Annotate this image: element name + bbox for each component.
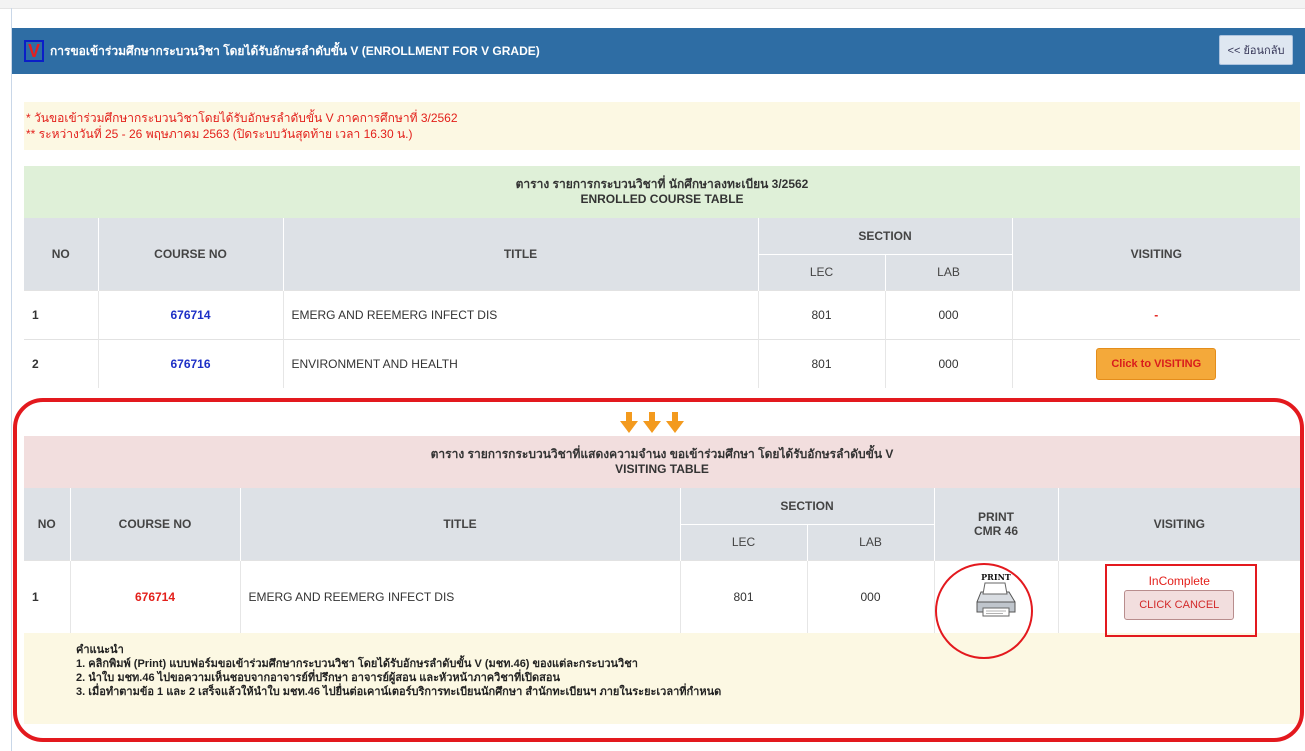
print-header-line1: PRINT xyxy=(978,509,1014,524)
instruction-item-3: 3. เมื่อทำตามข้อ 1 และ 2 เสร็จแล้วให้นำใ… xyxy=(76,686,722,698)
page-header: V การขอเข้าร่วมศึกษากระบวนวิชา โดยได้รับ… xyxy=(12,28,1305,74)
printer-label: PRINT xyxy=(981,572,1011,582)
col-header-visiting: VISITING xyxy=(1057,488,1300,560)
col-header-lab: LAB xyxy=(806,523,934,560)
triple-down-arrow-icon xyxy=(620,412,684,433)
visiting-status-cell: InComplete CLICK CANCEL xyxy=(1057,559,1300,633)
table-row: 1 676714 EMERG AND REEMERG INFECT DIS 80… xyxy=(24,559,1300,633)
table-row: 2 676716 ENVIRONMENT AND HEALTH 801 000 … xyxy=(24,338,1300,388)
section-lec: 801 xyxy=(757,289,885,339)
back-button[interactable]: << ย้อนกลับ xyxy=(1219,35,1293,65)
visiting-none: - xyxy=(1011,289,1300,339)
visiting-table-caption: ตาราง รายการกระบวนวิชาที่แสดงความจำนง ขอ… xyxy=(24,436,1300,488)
col-header-print: PRINT CMR 46 xyxy=(933,488,1058,560)
instructions-title: คำแนะนำ xyxy=(76,644,124,656)
col-header-visiting: VISITING xyxy=(1011,218,1300,290)
section-lec: 801 xyxy=(679,559,807,633)
row-no: 2 xyxy=(24,338,98,388)
course-title: EMERG AND REEMERG INFECT DIS xyxy=(282,289,758,339)
col-header-lec: LEC xyxy=(679,523,807,560)
row-no: 1 xyxy=(24,289,98,339)
section-lab: 000 xyxy=(884,338,1012,388)
enrollment-period-notice: * วันขอเข้าร่วมศึกษากระบวนวิชาโดยได้รับอ… xyxy=(24,102,1300,150)
row-no: 1 xyxy=(24,559,70,633)
course-title: EMERG AND REEMERG INFECT DIS xyxy=(239,559,680,633)
printer-icon[interactable]: PRINT xyxy=(973,572,1019,618)
col-header-section: SECTION xyxy=(679,488,934,524)
section-lab: 000 xyxy=(806,559,934,633)
instruction-item-1: 1. คลิกพิมพ์ (Print) แบบฟอร์มขอเข้าร่วมศ… xyxy=(76,658,638,670)
table-row: 1 676714 EMERG AND REEMERG INFECT DIS 80… xyxy=(24,289,1300,339)
instructions-panel: คำแนะนำ 1. คลิกพิมพ์ (Print) แบบฟอร์มขอเ… xyxy=(24,633,1300,724)
course-no-link[interactable]: 676714 xyxy=(97,289,283,339)
enrolled-caption-th: ตาราง รายการกระบวนวิชาที่ นักศึกษาลงทะเบ… xyxy=(515,177,809,191)
visiting-caption-en: VISITING TABLE xyxy=(615,462,709,476)
section-lec: 801 xyxy=(757,338,885,388)
click-cancel-button[interactable]: CLICK CANCEL xyxy=(1124,589,1235,620)
col-header-section: SECTION xyxy=(757,218,1012,254)
page-title: การขอเข้าร่วมศึกษากระบวนวิชา โดยได้รับอั… xyxy=(50,43,540,58)
course-title: ENVIRONMENT AND HEALTH xyxy=(282,338,758,388)
notice-line-2: ** ระหว่างวันที่ 25 - 26 พฤษภาคม 2563 (ป… xyxy=(26,127,413,141)
col-header-title: TITLE xyxy=(239,488,680,560)
course-no-link[interactable]: 676714 xyxy=(69,559,240,633)
print-cell: PRINT xyxy=(933,559,1058,633)
col-header-course-no: COURSE NO xyxy=(69,488,240,560)
visiting-cell: Click to VISITING xyxy=(1011,338,1300,388)
v-logo-icon: V xyxy=(24,40,44,62)
print-header-line2: CMR 46 xyxy=(973,523,1018,538)
enrolled-table-caption: ตาราง รายการกระบวนวิชาที่ นักศึกษาลงทะเบ… xyxy=(24,166,1300,218)
col-header-no: NO xyxy=(24,488,70,560)
visiting-caption-th: ตาราง รายการกระบวนวิชาที่แสดงความจำนง ขอ… xyxy=(430,447,894,461)
col-header-course-no: COURSE NO xyxy=(97,218,283,290)
status-incomplete: InComplete xyxy=(1148,573,1210,588)
course-no-link[interactable]: 676716 xyxy=(97,338,283,388)
enrolled-caption-en: ENROLLED COURSE TABLE xyxy=(580,192,744,206)
section-lab: 000 xyxy=(884,289,1012,339)
click-to-visiting-button[interactable]: Click to VISITING xyxy=(1096,347,1217,380)
col-header-no: NO xyxy=(24,218,98,290)
instruction-item-2: 2. นำใบ มชท.46 ไปขอความเห็นชอบจากอาจารย์… xyxy=(76,672,560,684)
notice-line-1: * วันขอเข้าร่วมศึกษากระบวนวิชาโดยได้รับอ… xyxy=(26,111,458,125)
top-border xyxy=(0,0,1305,9)
col-header-lab: LAB xyxy=(884,253,1012,290)
col-header-title: TITLE xyxy=(282,218,758,290)
visiting-course-table: ตาราง รายการกระบวนวิชาที่แสดงความจำนง ขอ… xyxy=(24,436,1300,633)
enrolled-course-table: ตาราง รายการกระบวนวิชาที่ นักศึกษาลงทะเบ… xyxy=(24,166,1300,388)
left-border xyxy=(11,8,12,751)
col-header-lec: LEC xyxy=(757,253,885,290)
